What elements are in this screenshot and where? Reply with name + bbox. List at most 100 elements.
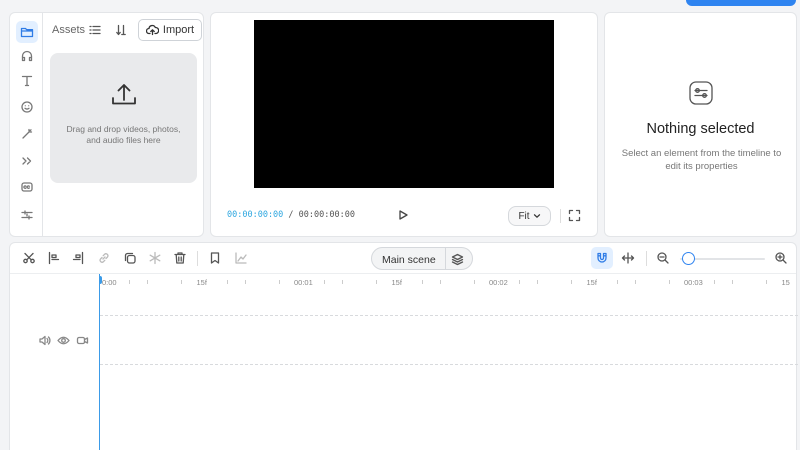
main-scene-divider — [445, 248, 446, 269]
fit-dropdown[interactable]: Fit — [508, 206, 551, 226]
ruler-tick — [439, 280, 441, 284]
timecode-total: 00:00:00:00 — [298, 210, 355, 220]
properties-title: Nothing selected — [646, 121, 755, 137]
sort-button[interactable] — [115, 24, 127, 36]
effects-button[interactable] — [16, 123, 38, 145]
scenes-button[interactable] — [451, 253, 464, 266]
scissors-icon — [23, 252, 35, 264]
ruler-tick — [226, 280, 228, 284]
ruler-tick — [634, 280, 636, 284]
timeline-panel: Main scene 0:00 15f 00:01 15f 00:02 15f 00:03 1… — [9, 242, 798, 450]
ruler-tick — [571, 280, 572, 284]
track-visibility-button[interactable] — [57, 334, 70, 347]
transition-icon — [22, 157, 32, 165]
ruler-tick — [376, 280, 377, 284]
audio-button[interactable] — [16, 45, 38, 67]
ruler-tick — [324, 280, 325, 284]
trim-start-button[interactable] — [47, 251, 61, 265]
timecode-current: 00:00:00:00 — [227, 210, 284, 220]
zoom-out-button[interactable] — [656, 251, 670, 265]
stickers-button[interactable] — [16, 96, 38, 118]
preview-panel: 00:00:00:00 / 00:00:00:00 Fit — [210, 12, 598, 237]
play-button[interactable] — [397, 209, 409, 221]
ruler-tick — [129, 280, 130, 284]
trim-end-button[interactable] — [71, 251, 85, 265]
ruler-label: 15f — [391, 278, 402, 287]
video-camera-icon — [76, 336, 89, 345]
freeze-button[interactable] — [148, 251, 162, 265]
list-view-button[interactable] — [89, 24, 101, 36]
fullscreen-icon — [568, 209, 581, 222]
properties-settings-icon — [689, 81, 713, 105]
cloud-upload-icon — [145, 24, 159, 36]
timeline-track[interactable] — [100, 315, 798, 365]
track-mute-button[interactable] — [38, 334, 51, 347]
snap-magnet-button[interactable] — [591, 247, 613, 269]
zoom-out-icon — [657, 252, 669, 264]
snowflake-icon — [149, 251, 161, 265]
track-controls — [38, 334, 89, 347]
import-label: Import — [162, 24, 195, 36]
ruler-label: 00:03 — [684, 278, 703, 287]
fit-timeline-button[interactable] — [621, 251, 635, 265]
main-scene-label: Main scene — [382, 254, 436, 266]
duplicate-button[interactable] — [123, 251, 137, 265]
upload-icon — [112, 84, 136, 105]
fit-label: Fit — [518, 210, 530, 222]
link-button[interactable] — [97, 251, 111, 265]
ruler-label: 15f — [586, 278, 597, 287]
transitions-button[interactable] — [16, 150, 38, 172]
assets-panel: Assets Import Drag and drop videos, phot… — [42, 12, 204, 237]
timecode-separator: / — [283, 210, 299, 220]
main-scene-selector[interactable]: Main scene — [371, 247, 473, 270]
import-button[interactable]: Import — [138, 19, 202, 41]
top-action-button[interactable] — [686, 0, 796, 6]
ruler-tick — [668, 280, 670, 284]
timeline-ruler[interactable]: 0:00 15f 00:01 15f 00:02 15f 00:03 15 — [99, 274, 798, 290]
magnet-icon — [597, 252, 607, 263]
align-left-icon — [48, 251, 60, 265]
chart-line-icon — [235, 252, 247, 264]
eye-icon — [57, 336, 70, 345]
playhead-line[interactable] — [99, 274, 100, 450]
ruler-label: 15f — [196, 278, 207, 287]
ruler-label: 0:00 — [102, 278, 117, 287]
timeline-toolbar: Main scene — [10, 243, 796, 274]
ruler-tick — [244, 280, 246, 284]
fullscreen-button[interactable] — [568, 209, 581, 222]
bookmark-icon — [210, 252, 220, 264]
marker-button[interactable] — [208, 251, 222, 265]
split-button[interactable] — [22, 251, 36, 265]
toolbar-divider — [197, 251, 198, 266]
captions-icon — [21, 182, 33, 192]
ruler-tick — [342, 280, 343, 284]
ruler-tick — [537, 280, 538, 284]
folder-icon — [20, 27, 34, 38]
drop-zone[interactable]: Drag and drop videos, photos, and audio … — [50, 53, 197, 183]
media-folder-button[interactable] — [16, 21, 38, 43]
zoom-slider-thumb[interactable] — [681, 252, 695, 265]
align-right-icon — [72, 251, 84, 265]
assets-tab[interactable]: Assets — [52, 24, 85, 36]
playhead-handle[interactable] — [99, 276, 102, 284]
track-video-button[interactable] — [76, 334, 89, 347]
play-icon — [399, 210, 408, 220]
layers-icon — [451, 253, 464, 266]
ruler-label: 00:01 — [294, 278, 313, 287]
delete-button[interactable] — [173, 251, 187, 265]
magic-wand-icon — [22, 128, 33, 139]
adjustments-button[interactable] — [16, 204, 38, 226]
arrows-horizontal-icon — [621, 252, 635, 264]
ruler-tick — [473, 280, 475, 284]
ruler-tick — [181, 280, 182, 284]
ruler-tick — [147, 280, 148, 284]
link-icon — [99, 253, 109, 263]
properties-panel: Nothing selected Select an element from … — [604, 12, 797, 237]
preview-canvas[interactable] — [254, 20, 554, 188]
captions-button[interactable] — [16, 176, 38, 198]
headphones-icon — [21, 50, 33, 62]
zoom-in-button[interactable] — [774, 251, 788, 265]
keyframe-graph-button[interactable] — [234, 251, 248, 265]
text-button[interactable] — [16, 70, 38, 92]
text-icon — [21, 75, 33, 87]
